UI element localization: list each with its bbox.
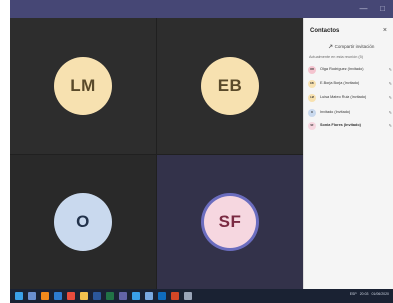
participants-panel: Contactos × Compartir invitación Actualm… — [303, 18, 393, 289]
taskbar: ESP 20:03 01/06/2020 — [10, 289, 393, 303]
participant-row[interactable]: OR Olga Rodríguez (Invitado) ✎ — [308, 63, 392, 76]
outlook-icon[interactable] — [157, 292, 166, 300]
share-invite-label: Compartir invitación — [334, 44, 375, 49]
chrome-icon[interactable] — [66, 292, 75, 300]
participant-tile-eb[interactable]: EB — [157, 18, 303, 154]
mic-icon: ✎ — [388, 95, 392, 100]
clock-time[interactable]: 20:03 — [360, 292, 369, 296]
mic-icon: ✎ — [388, 67, 392, 72]
close-icon[interactable]: × — [383, 27, 387, 34]
participant-name: Olga Rodríguez (Invitado) — [320, 67, 364, 72]
avatar-speaking: SF — [204, 196, 256, 248]
minimize-button[interactable]: — — [359, 4, 368, 13]
participant-name: Luisa Mateo Ruiz (Invitado) — [320, 95, 367, 100]
powerpoint-icon[interactable] — [170, 292, 179, 300]
participant-row[interactable]: O Invitado (Invitado) ✎ — [308, 106, 392, 119]
participant-tile-lm[interactable]: LM — [10, 18, 156, 154]
system-tray: ESP 20:03 01/06/2020 — [350, 292, 389, 296]
mic-icon: ✎ — [388, 81, 392, 86]
mic-icon: ✎ — [388, 123, 392, 128]
edge-icon[interactable] — [53, 292, 62, 300]
excel-icon[interactable] — [105, 292, 114, 300]
avatar: LM — [308, 93, 316, 102]
vlc-icon[interactable] — [40, 292, 49, 300]
language-indicator[interactable]: ESP — [350, 292, 357, 296]
settings-icon[interactable] — [183, 292, 192, 300]
store-icon[interactable] — [144, 292, 153, 300]
share-invite-button[interactable]: Compartir invitación — [318, 42, 384, 51]
title-bar: — □ — [10, 0, 393, 18]
clock-date[interactable]: 01/06/2020 — [371, 292, 389, 296]
section-label: Actualmente en esta reunión (5) — [309, 55, 364, 59]
share-icon — [328, 44, 332, 49]
participant-row[interactable]: LM Luisa Mateo Ruiz (Invitado) ✎ — [308, 91, 392, 104]
avatar: EB — [308, 79, 316, 88]
participant-row[interactable]: EB E.Borja Borja (Invitado) ✎ — [308, 77, 392, 90]
avatar: LM — [54, 57, 112, 115]
avatar: SF — [308, 121, 316, 130]
avatar: O — [308, 108, 316, 117]
participant-name: Sonia Flores (Invitado) — [320, 123, 361, 128]
participant-name: E.Borja Borja (Invitado) — [320, 81, 360, 86]
taskbar-icons — [12, 292, 194, 300]
mic-icon: ✎ — [388, 110, 392, 115]
participant-name: Invitado (Invitado) — [320, 110, 351, 115]
panel-title: Contactos — [310, 28, 340, 34]
maximize-button[interactable]: □ — [378, 4, 387, 13]
teams-window: — □ LM EB O SF Contactos × Compartir inv… — [10, 0, 393, 289]
video-stage: LM EB O SF — [10, 18, 303, 289]
teams-icon[interactable] — [118, 292, 127, 300]
participant-tile-sf[interactable]: SF — [157, 155, 303, 289]
participant-tile-o[interactable]: O — [10, 155, 156, 289]
word-icon[interactable] — [92, 292, 101, 300]
photos-icon[interactable] — [131, 292, 140, 300]
participant-row[interactable]: SF Sonia Flores (Invitado) ✎ — [308, 119, 392, 132]
window-controls: — □ — [359, 4, 387, 13]
task-view-icon[interactable] — [27, 292, 36, 300]
avatar: OR — [308, 65, 316, 74]
avatar: O — [54, 193, 112, 251]
windows-icon[interactable] — [14, 292, 23, 300]
explorer-icon[interactable] — [79, 292, 88, 300]
avatar: EB — [201, 57, 259, 115]
